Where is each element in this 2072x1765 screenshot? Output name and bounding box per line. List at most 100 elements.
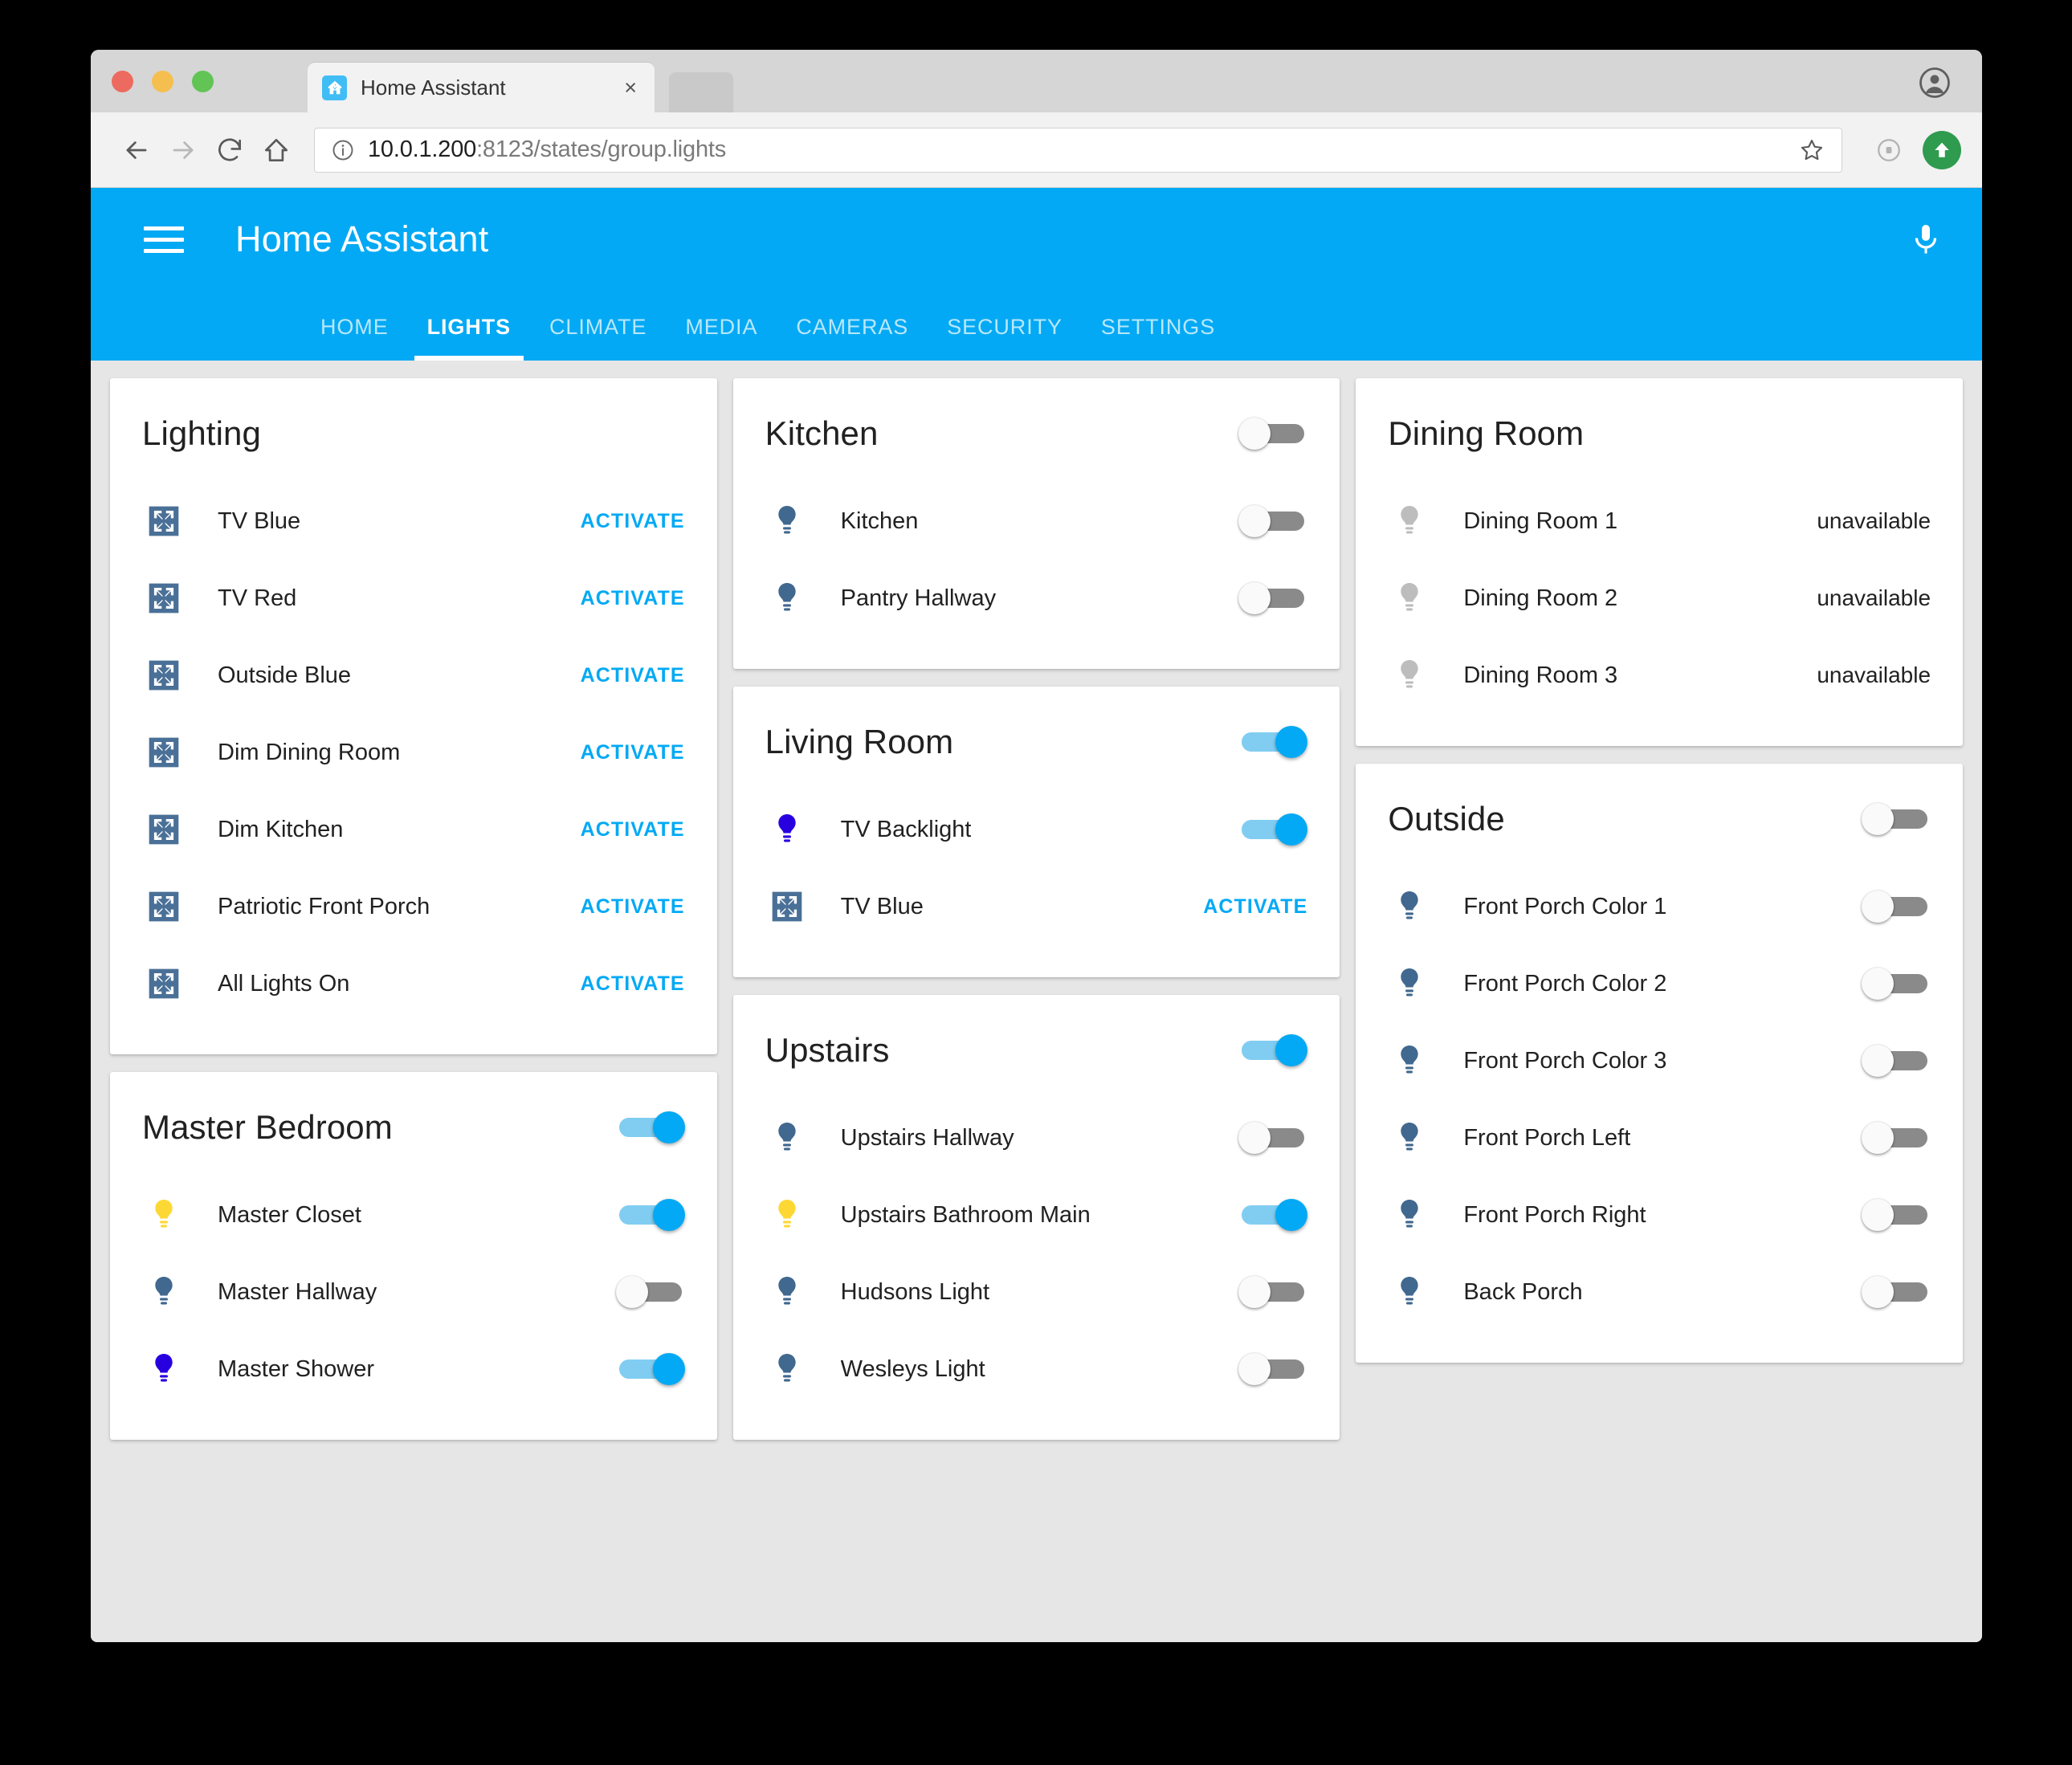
close-icon[interactable]: × xyxy=(621,77,640,99)
toggle-knob xyxy=(653,1111,685,1143)
entity-toggle-master-shower[interactable] xyxy=(616,1353,685,1385)
address-bar[interactable]: 10.0.1.200:8123/states/group.lights xyxy=(314,128,1842,173)
activate-button-tv-red[interactable]: ACTIVATE xyxy=(581,587,685,610)
entity-row: Front Porch Left xyxy=(1388,1099,1931,1176)
activate-button-tv-blue[interactable]: ACTIVATE xyxy=(581,510,685,533)
entity-toggle-front-porch-color-1[interactable] xyxy=(1862,891,1931,923)
tab-home[interactable]: HOME xyxy=(301,315,408,361)
activate-button-dim-dining-room[interactable]: ACTIVATE xyxy=(581,741,685,764)
entity-toggle-front-porch-color-3[interactable] xyxy=(1862,1045,1931,1077)
entity-name: TV Blue xyxy=(218,508,300,535)
entity-toggle-pantry-hallway[interactable] xyxy=(1238,582,1307,614)
activate-button-dim-kitchen[interactable]: ACTIVATE xyxy=(581,818,685,842)
group-toggle-outside[interactable] xyxy=(1862,803,1931,835)
microphone-icon[interactable] xyxy=(1902,215,1950,263)
bulb-color-icon xyxy=(142,1347,186,1391)
app-toolbar: Home Assistant xyxy=(91,188,1982,291)
bulb-off-icon xyxy=(1388,1270,1431,1314)
browser-tab[interactable]: Home Assistant × xyxy=(308,63,655,112)
toggle-knob xyxy=(1238,582,1271,614)
entity-row: Upstairs Hallway xyxy=(765,1099,1308,1176)
entity-toggle-wesleys-light[interactable] xyxy=(1238,1353,1307,1385)
back-arrow-icon[interactable] xyxy=(113,127,160,173)
tab-label: SETTINGS xyxy=(1101,315,1215,339)
activate-button-patriotic-front-porch[interactable]: ACTIVATE xyxy=(581,895,685,919)
extension-icon[interactable] xyxy=(1868,129,1910,171)
card-header: Kitchen xyxy=(765,406,1308,462)
home-icon[interactable] xyxy=(253,127,300,173)
site-info-icon[interactable] xyxy=(331,138,355,162)
scene-icon xyxy=(142,499,186,543)
entity-row: Front Porch Color 1 xyxy=(1388,868,1931,945)
entity-toggle-upstairs-hallway[interactable] xyxy=(1238,1122,1307,1154)
entity-toggle-hudsons-light[interactable] xyxy=(1238,1276,1307,1308)
entity-row: TV Blue ACTIVATE xyxy=(142,483,685,560)
group-toggle-master-bedroom[interactable] xyxy=(616,1111,685,1143)
tab-security[interactable]: SECURITY xyxy=(928,315,1082,361)
tab-media[interactable]: MEDIA xyxy=(666,315,777,361)
star-icon[interactable] xyxy=(1798,137,1825,164)
tab-cameras[interactable]: CAMERAS xyxy=(777,315,928,361)
entity-control xyxy=(1842,891,1931,923)
group-toggle-living-room[interactable] xyxy=(1238,726,1307,758)
reload-icon[interactable] xyxy=(206,127,253,173)
entity-row: Front Porch Right xyxy=(1388,1176,1931,1253)
entity-name: Dim Dining Room xyxy=(218,740,400,766)
entity-toggle-kitchen[interactable] xyxy=(1238,505,1307,537)
entity-control: unavailable xyxy=(1797,585,1931,611)
card-title: Master Bedroom xyxy=(142,1108,393,1147)
group-toggle-upstairs[interactable] xyxy=(1238,1034,1307,1066)
url-host: 10.0.1.200 xyxy=(368,137,476,162)
card-header: Lighting xyxy=(142,406,685,462)
toggle-knob xyxy=(1862,1122,1894,1154)
bulb-on-icon xyxy=(142,1193,186,1237)
entity-name: Outside Blue xyxy=(218,662,351,689)
account-avatar-icon[interactable] xyxy=(1918,66,1952,100)
scene-icon xyxy=(142,808,186,851)
close-window-button[interactable] xyxy=(112,71,133,92)
entity-toggle-front-porch-color-2[interactable] xyxy=(1862,968,1931,1000)
tab-climate[interactable]: CLIMATE xyxy=(530,315,666,361)
entity-toggle-back-porch[interactable] xyxy=(1862,1276,1931,1308)
entity-name: Dining Room 3 xyxy=(1463,662,1617,689)
entity-toggle-tv-backlight[interactable] xyxy=(1238,813,1307,846)
entity-name: Front Porch Color 2 xyxy=(1463,971,1666,997)
bulb-off-icon xyxy=(1388,1193,1431,1237)
forward-arrow-icon xyxy=(160,127,206,173)
entity-row: Upstairs Bathroom Main xyxy=(765,1176,1308,1253)
entity-row: Dim Dining Room ACTIVATE xyxy=(142,714,685,791)
tab-settings[interactable]: SETTINGS xyxy=(1082,315,1234,361)
group-toggle-kitchen[interactable] xyxy=(1238,418,1307,450)
entity-toggle-master-hallway[interactable] xyxy=(616,1276,685,1308)
minimize-window-button[interactable] xyxy=(152,71,173,92)
card-title: Lighting xyxy=(142,414,261,453)
activate-button-outside-blue[interactable]: ACTIVATE xyxy=(581,664,685,687)
entity-state: unavailable xyxy=(1817,585,1931,611)
toggle-knob xyxy=(1275,726,1307,758)
bulb-off-icon xyxy=(765,499,809,543)
toggle-knob xyxy=(1862,1276,1894,1308)
entity-name: Wesleys Light xyxy=(841,1356,985,1383)
activate-button-all-lights-on[interactable]: ACTIVATE xyxy=(581,972,685,996)
home-assistant-logo-icon xyxy=(322,75,347,100)
toggle-knob xyxy=(653,1353,685,1385)
entity-control xyxy=(597,1353,685,1385)
browser-tab-title: Home Assistant xyxy=(361,75,621,100)
tab-lights[interactable]: LIGHTS xyxy=(408,315,530,361)
app-tabs: HOMELIGHTSCLIMATE MEDIA CAMERASSECURITY SET… xyxy=(91,291,1982,361)
update-upload-icon[interactable] xyxy=(1923,131,1961,169)
entity-name: Hudsons Light xyxy=(841,1279,989,1306)
entity-name: Front Porch Left xyxy=(1463,1125,1630,1152)
entity-toggle-front-porch-right[interactable] xyxy=(1862,1199,1931,1231)
card-master-bedroom: Master BedroomMaster ClosetMaster Hallwa… xyxy=(110,1072,717,1440)
card-kitchen: KitchenKitchenPantry Hallway xyxy=(733,378,1340,669)
maximize-window-button[interactable] xyxy=(192,71,214,92)
entity-row: Patriotic Front PorchACTIVATE xyxy=(142,868,685,945)
new-tab-button[interactable] xyxy=(669,72,733,112)
entity-toggle-master-closet[interactable] xyxy=(616,1199,685,1231)
tab-label: MEDIA xyxy=(685,315,757,339)
hamburger-menu-icon[interactable] xyxy=(139,214,189,264)
entity-toggle-upstairs-bathroom-main[interactable] xyxy=(1238,1199,1307,1231)
entity-toggle-front-porch-left[interactable] xyxy=(1862,1122,1931,1154)
activate-button-tv-blue[interactable]: ACTIVATE xyxy=(1203,895,1307,919)
